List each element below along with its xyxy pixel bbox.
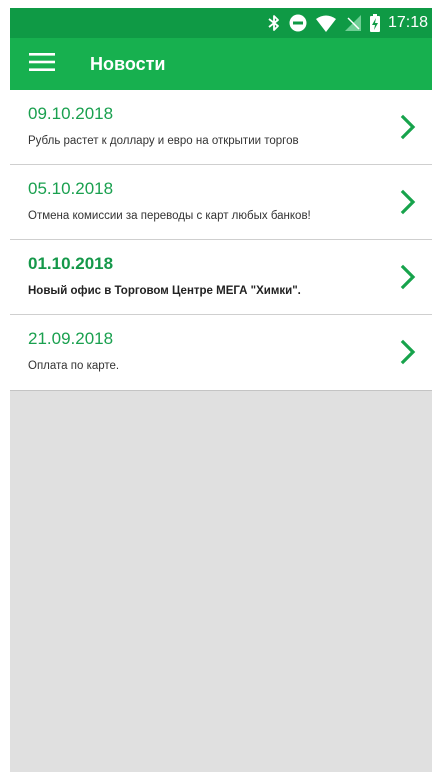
news-item[interactable]: 21.09.2018 Оплата по карте. bbox=[10, 315, 432, 391]
wifi-icon bbox=[315, 15, 336, 32]
app-screen: 17:18 Новости 09.10.2018 Рубль растет к … bbox=[10, 8, 432, 772]
status-icons bbox=[268, 14, 380, 32]
chevron-right-icon bbox=[400, 339, 416, 365]
news-date: 21.09.2018 bbox=[28, 329, 114, 348]
news-date: 09.10.2018 bbox=[28, 104, 114, 123]
news-item[interactable]: 05.10.2018 Отмена комиссии за переводы с… bbox=[10, 165, 432, 240]
status-bar: 17:18 bbox=[10, 8, 432, 38]
news-title: Рубль растет к доллару и евро на открыти… bbox=[28, 135, 299, 147]
news-date: 05.10.2018 bbox=[28, 179, 114, 198]
news-list: 09.10.2018 Рубль растет к доллару и евро… bbox=[10, 90, 432, 391]
chevron-right-icon bbox=[400, 114, 416, 140]
bluetooth-icon bbox=[268, 14, 280, 32]
do-not-disturb-icon bbox=[289, 14, 307, 32]
page-title: Новости bbox=[90, 53, 166, 74]
news-title: Отмена комиссии за переводы с карт любых… bbox=[28, 210, 311, 222]
news-title: Оплата по карте. bbox=[28, 360, 120, 372]
menu-button[interactable] bbox=[14, 38, 70, 90]
news-title: Новый офис в Торговом Центре МЕГА "Химки… bbox=[28, 285, 301, 297]
status-time: 17:18 bbox=[387, 14, 428, 31]
hamburger-menu-icon bbox=[29, 52, 55, 77]
chevron-right-icon bbox=[400, 189, 416, 215]
chevron-right-icon bbox=[400, 264, 416, 290]
news-item[interactable]: 01.10.2018 Новый офис в Торговом Центре … bbox=[10, 240, 432, 315]
news-item[interactable]: 09.10.2018 Рубль растет к доллару и евро… bbox=[10, 90, 432, 165]
no-signal-icon bbox=[344, 15, 361, 31]
app-bar: Новости bbox=[10, 38, 432, 90]
empty-content-area bbox=[10, 393, 432, 772]
news-date: 01.10.2018 bbox=[28, 254, 114, 273]
battery-charging-icon bbox=[369, 14, 380, 32]
